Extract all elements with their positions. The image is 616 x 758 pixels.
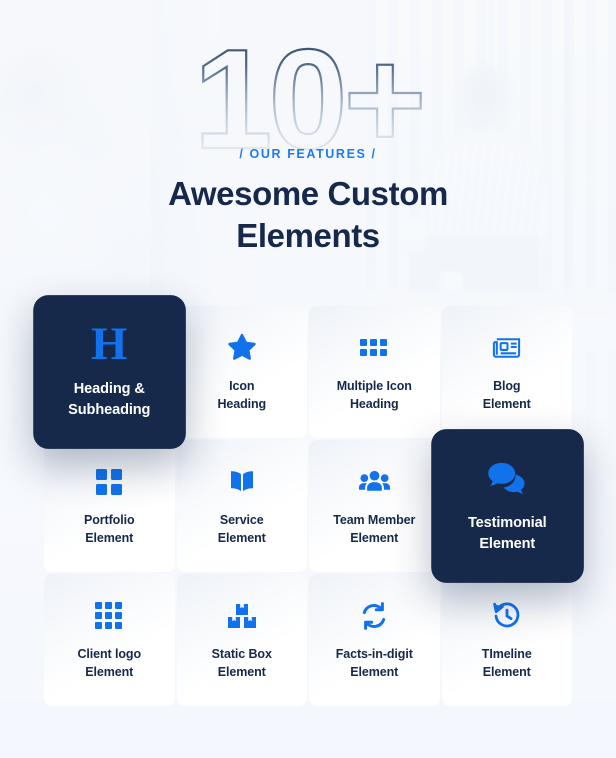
page-title: Awesome Custom Elements	[0, 173, 616, 257]
page-title-line1: Awesome Custom	[168, 175, 448, 212]
feature-card-label-line2: Heading	[217, 396, 267, 411]
newspaper-icon	[490, 332, 524, 364]
refresh-cycle-icon	[357, 600, 391, 632]
svg-text:10+: 10+	[194, 30, 423, 160]
feature-card-label: Blog Element	[483, 377, 531, 413]
feature-card-label-line2: Element	[217, 530, 266, 545]
heading-h-icon: H	[91, 316, 128, 370]
feature-card[interactable]: Static Box Element	[176, 574, 307, 706]
boxes-icon	[225, 600, 259, 632]
feature-card[interactable]: Client logo Element	[44, 574, 175, 706]
feature-card-label-line2: Element	[350, 530, 399, 545]
feature-card-label-line1: Static Box	[211, 646, 272, 661]
feature-card[interactable]: Blog Element	[441, 306, 572, 438]
feature-card-label-line1: Client logo	[77, 646, 142, 661]
feature-card-label-line1: Facts-in-digit	[335, 646, 413, 661]
feature-card-label-line1: Team Member	[333, 512, 416, 527]
feature-card[interactable]: Service Element	[176, 440, 307, 572]
feature-card-label-line2: Subheading	[68, 400, 151, 417]
feature-card-label: Facts-in-digit Element	[336, 645, 413, 681]
feature-card-label: Multiple Icon Heading	[337, 377, 412, 413]
feature-card-label-line2: Element	[482, 396, 531, 411]
feature-card-label: Portfolio Element	[84, 511, 135, 547]
feature-card-label: TImeline Element	[482, 645, 532, 681]
feature-card-label-line2: Element	[478, 534, 535, 551]
feature-card-label: Testimonial Element	[467, 511, 546, 553]
feature-card-label-line1: Blog	[493, 378, 521, 393]
feature-card-label: Icon Heading	[217, 377, 266, 413]
feature-card[interactable]: Team Member Element	[309, 440, 440, 572]
feature-card-label: Client logo Element	[77, 645, 142, 681]
feature-card[interactable]: H Heading & Subheading	[33, 295, 186, 449]
big-number-outline: 10+	[0, 30, 616, 160]
feature-card-label-line2: Element	[85, 530, 134, 545]
eyebrow-label: / OUR FEATURES /	[239, 147, 377, 161]
feature-card-grid: H Heading & Subheading Icon Heading Multiple …	[33, 295, 583, 706]
feature-card[interactable]: Multiple Icon Heading	[309, 306, 440, 438]
open-book-icon	[225, 466, 259, 498]
page-title-line2: Elements	[236, 217, 380, 254]
star-icon	[225, 332, 259, 364]
users-group-icon	[357, 466, 391, 498]
clock-history-icon	[490, 600, 524, 632]
feature-card-label-line1: Portfolio	[84, 512, 135, 527]
grid-nine-icon	[92, 600, 126, 632]
feature-card-label: Static Box Element	[212, 645, 272, 681]
feature-card-label-line2: Element	[217, 664, 266, 679]
feature-card[interactable]: Portfolio Element	[44, 440, 175, 572]
feature-card-label-line1: Testimonial	[467, 513, 547, 530]
feature-card-label-line1: Service	[219, 512, 264, 527]
feature-card[interactable]: Icon Heading	[176, 306, 307, 438]
feature-card-label-line2: Element	[85, 664, 134, 679]
feature-card-label-line1: TImeline	[481, 646, 532, 661]
grid-four-icon	[92, 466, 126, 498]
feature-card-label: Heading & Subheading	[68, 377, 150, 419]
feature-card-label-line2: Element	[482, 664, 531, 679]
feature-card-label-line2: Element	[350, 664, 399, 679]
feature-card[interactable]: TImeline Element	[441, 574, 572, 706]
feature-card[interactable]: Testimonial Element	[430, 429, 583, 583]
feature-card-label: Service Element	[218, 511, 266, 547]
multiple-dots-icon	[357, 332, 391, 364]
feature-card-label-line1: Heading &	[73, 379, 145, 396]
feature-card-label-line2: Heading	[349, 396, 399, 411]
feature-card-label-line1: Multiple Icon	[336, 378, 412, 393]
feature-card-label: Team Member Element	[333, 511, 415, 547]
feature-card-label-line1: Icon	[229, 378, 255, 393]
feature-card[interactable]: Facts-in-digit Element	[309, 574, 440, 706]
page-stage: 10+ / OUR FEATURES / Awesome Custom Elem…	[0, 0, 616, 758]
chat-bubbles-icon	[487, 459, 527, 496]
